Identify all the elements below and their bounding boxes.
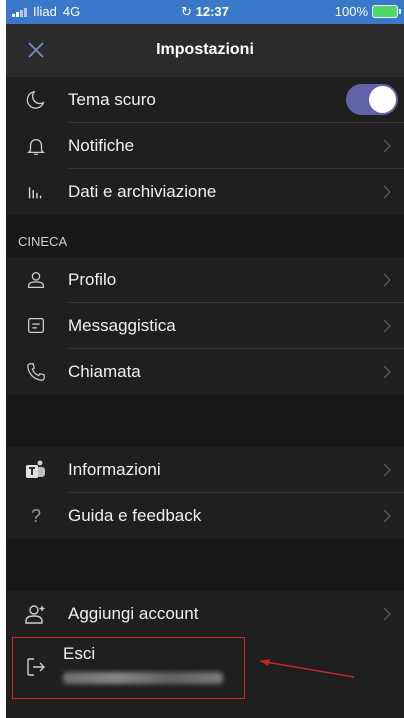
setting-label: Guida e feedback: [68, 506, 202, 525]
logout-label: Esci: [63, 644, 96, 663]
lock-rotation-icon: ↻: [181, 4, 193, 19]
chevron-right-icon: [383, 319, 392, 333]
setting-messaging[interactable]: Messaggistica: [6, 303, 404, 349]
battery-percent: 100%: [334, 4, 368, 19]
section-gap: [6, 395, 404, 447]
setting-calls[interactable]: Chiamata: [6, 349, 404, 395]
setting-label: Chiamata: [68, 362, 141, 381]
chevron-right-icon: [383, 509, 392, 523]
dark-theme-toggle[interactable]: [346, 84, 398, 115]
bell-icon: [24, 134, 48, 158]
close-icon[interactable]: [24, 38, 48, 62]
toggle-knob: [369, 86, 396, 113]
section-gap: [6, 539, 404, 591]
setting-label: Tema scuro: [68, 90, 156, 109]
chevron-right-icon: [383, 273, 392, 287]
question-icon: ?: [30, 505, 41, 526]
setting-label: Messaggistica: [68, 316, 176, 335]
setting-info[interactable]: Informazioni: [6, 447, 404, 493]
logout-button[interactable]: Esci: [12, 637, 245, 699]
setting-data-storage[interactable]: Dati e archiviazione: [6, 169, 404, 215]
page-title: Impostazioni: [156, 41, 254, 58]
status-right: 100%: [334, 4, 401, 19]
moon-icon: [24, 88, 48, 112]
setting-notifications[interactable]: Notifiche: [6, 123, 404, 169]
time-label: 12:37: [195, 4, 229, 19]
logout-row: Esci: [6, 637, 404, 707]
setting-label: Dati e archiviazione: [68, 182, 217, 201]
chevron-right-icon: [383, 185, 392, 199]
setting-label: Profilo: [68, 270, 117, 289]
setting-profile[interactable]: Profilo: [6, 257, 404, 303]
setting-help-feedback[interactable]: ? Guida e feedback: [6, 493, 404, 539]
nav-header: Impostazioni: [6, 24, 404, 77]
setting-label: Informazioni: [68, 460, 161, 479]
teams-icon: [24, 458, 48, 482]
setting-label: Notifiche: [68, 136, 135, 155]
chevron-right-icon: [383, 139, 392, 153]
app-frame: Iliad 4G ↻ 12:37 100% Impostazioni Tema …: [6, 0, 404, 718]
status-bar: Iliad 4G ↻ 12:37 100%: [6, 0, 404, 24]
setting-label: Aggiungi account: [68, 604, 199, 623]
chevron-right-icon: [383, 365, 392, 379]
chevron-right-icon: [383, 607, 392, 621]
phone-icon: [24, 360, 48, 384]
message-icon: [24, 314, 48, 338]
setting-add-account[interactable]: Aggiungi account: [6, 591, 404, 637]
data-bars-icon: [24, 180, 48, 204]
setting-dark-theme[interactable]: Tema scuro: [6, 77, 404, 123]
blurred-email: [63, 672, 223, 684]
battery-icon: [372, 5, 401, 18]
section-header-cineca: CINECA: [6, 215, 404, 257]
profile-icon: [24, 268, 48, 292]
annotation-arrow-icon: [259, 659, 355, 678]
sign-out-icon: [27, 658, 45, 676]
chevron-right-icon: [383, 463, 392, 477]
add-person-icon: [24, 602, 48, 626]
